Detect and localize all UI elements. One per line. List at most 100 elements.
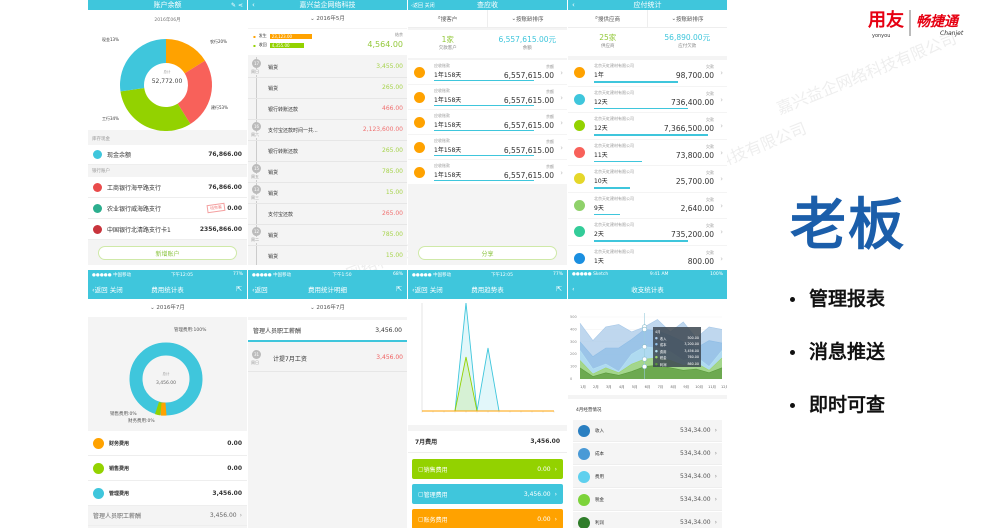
share-icon[interactable]: ⇱ bbox=[236, 285, 242, 293]
back-button[interactable]: ‹返回 bbox=[252, 284, 268, 294]
age-bar bbox=[594, 187, 630, 189]
row-age: 1年158天 bbox=[434, 72, 462, 79]
back-button[interactable]: ‹返回 关闭 bbox=[411, 2, 435, 9]
row-label: 欠款 bbox=[706, 143, 714, 149]
share-icon[interactable]: ⇱ bbox=[556, 285, 562, 293]
sort-button[interactable]: ⌄ 按账龄排序 bbox=[648, 10, 727, 27]
ledger-row[interactable]: 银行转账还款 265.00 bbox=[248, 141, 407, 162]
expense-name: 财务费用 bbox=[109, 440, 130, 447]
category-name: 销售费用 bbox=[423, 466, 448, 474]
payable-row[interactable]: 北京天虹建材有限公司 10天 欠款 25,700.00 › bbox=[568, 166, 727, 192]
row-label: 余额 bbox=[546, 64, 554, 69]
row-label: 余额 bbox=[546, 89, 554, 94]
back-button[interactable]: ‹返回 关闭 bbox=[412, 284, 443, 294]
payable-row[interactable]: 北京天虹建材有限公司 11天 欠款 73,800.00 › bbox=[568, 139, 727, 165]
search-customer[interactable]: ⌕ 搜客户 bbox=[408, 10, 488, 27]
expense-row[interactable]: 管理费用 3,456.00 bbox=[88, 481, 247, 506]
day-badge: 12 bbox=[252, 227, 261, 236]
expense-stats-screen: ●●●●● 中国移动 下午12:05 77% ‹返回 关闭 费用统计表 ⇱ ⌄ 2016… bbox=[88, 270, 247, 528]
summary-row[interactable]: 收入 534,34.00 › bbox=[573, 420, 722, 442]
cash-row[interactable]: 现金余额 76,866.00 bbox=[88, 145, 247, 165]
back-icon[interactable]: ‹ bbox=[572, 1, 575, 9]
share-icon[interactable]: ✎ ⋖ bbox=[231, 2, 243, 9]
age-bar bbox=[594, 134, 708, 136]
category-amount: 0.00 bbox=[537, 465, 551, 473]
summary: ▪ 发生 23,123.00 ▪ 收回 4,355.00 结余 4,564.00 bbox=[248, 29, 407, 55]
bank-row[interactable]: 农业银行威海路支行 待完善 0.00 bbox=[88, 198, 247, 219]
back-icon[interactable]: ‹ bbox=[252, 1, 255, 9]
receivable-row[interactable]: 应收账款 1年158天 余额 6,557,615.00 › bbox=[408, 60, 567, 84]
ledger-row[interactable]: 13 周三 销货 15.00 bbox=[248, 183, 407, 204]
payable-row[interactable]: 北京天虹建材有限公司 9天 欠款 2,640.00 › bbox=[568, 192, 727, 218]
category-name: 账务费用 bbox=[423, 516, 448, 524]
payable-row[interactable]: 北京天虹建材有限公司 1年 欠款 98,700.00 › bbox=[568, 60, 727, 86]
expense-category-bar[interactable]: ▢ 账务费用 0.00 › bbox=[412, 509, 563, 528]
close-button[interactable]: 关闭 bbox=[110, 286, 123, 294]
close-button[interactable]: 关闭 bbox=[430, 286, 443, 294]
company-ledger-screen: ‹ 嘉兴益企网络科技 ⌄ 2016年5月 ▪ 发生 23,123.00 ▪ 收回 4,35… bbox=[248, 0, 407, 265]
ledger-row[interactable]: 16 周六 支付宝还款时间一共... 2,123,600.00 bbox=[248, 120, 407, 141]
back-icon[interactable]: ‹ bbox=[572, 285, 575, 293]
nav-bar: ‹返回 关闭 费用统计表 ⇱ bbox=[88, 279, 247, 299]
tooltip-item: ● 利润 860.00 bbox=[655, 361, 699, 367]
receivable-row[interactable]: 应收账款 1年158天 余额 6,557,615.00 › bbox=[408, 110, 567, 134]
bullet-item: 即时可查 bbox=[790, 390, 885, 417]
summary-row[interactable]: 税金 534,34.00 › bbox=[573, 489, 722, 511]
expense-category-bar[interactable]: ▢ 管理费用 3,456.00 › bbox=[412, 484, 563, 504]
x-tick-label: 6月 bbox=[645, 384, 651, 389]
ledger-label: 支付宝还款 bbox=[268, 212, 294, 218]
receivable-row[interactable]: 应收账款 1年158天 余额 6,557,615.00 › bbox=[408, 160, 567, 184]
sort-button[interactable]: ⌄ 按账龄排序 bbox=[488, 10, 567, 27]
ledger-row[interactable]: 15 周五 销货 785.00 bbox=[248, 162, 407, 183]
ledger-row[interactable]: 12 周二 销货 785.00 bbox=[248, 225, 407, 246]
add-account-button[interactable]: 新增账户 bbox=[98, 246, 237, 260]
bank-row[interactable]: 中国银行北清路支行卡1 2356,866.00 bbox=[88, 219, 247, 240]
detail-row[interactable]: 管理人员职工薪酬 3,456.00 › bbox=[88, 506, 247, 526]
summary-row[interactable]: 费用 534,34.00 › bbox=[573, 466, 722, 488]
search-supplier[interactable]: ⌕ 搜供应商 bbox=[568, 10, 648, 27]
bank-row[interactable]: 工商银行海平路支行 76,866.00 bbox=[88, 177, 247, 198]
supplier-icon bbox=[574, 67, 585, 78]
close-button[interactable]: 关闭 bbox=[425, 3, 435, 9]
ledger-amount: 265.00 bbox=[382, 147, 403, 154]
expense-amount: 0.00 bbox=[227, 464, 242, 472]
y-tick-label: 200 bbox=[570, 352, 577, 356]
payable-row[interactable]: 北京天虹建材有限公司 12天 欠款 7,366,500.00 › bbox=[568, 113, 727, 139]
section-label: 银行账户 bbox=[92, 169, 110, 174]
ledger-row[interactable]: 银行转账还款 466.00 bbox=[248, 99, 407, 120]
nav-bar: ‹ 收支统计表 bbox=[568, 279, 727, 299]
receivable-row[interactable]: 应收账款 1年158天 余额 6,557,615.00 › bbox=[408, 85, 567, 109]
share-icon[interactable]: ⇱ bbox=[396, 285, 402, 293]
month-selector[interactable]: ⌄ 2016年7月 bbox=[88, 299, 247, 317]
payable-row[interactable]: 北京天虹建材有限公司 1天 欠款 800.00 › bbox=[568, 245, 727, 265]
supplier-icon bbox=[574, 173, 585, 184]
row-age: 11天 bbox=[594, 151, 608, 159]
ledger-row[interactable]: 销货 265.00 bbox=[248, 78, 407, 99]
month-selector[interactable]: ⌄ 2016年5月 bbox=[248, 10, 407, 28]
bank-amount: 2356,866.00 bbox=[199, 225, 242, 233]
summary-row[interactable]: 利润 534,34.00 › bbox=[573, 512, 722, 528]
share-button[interactable]: 分享 bbox=[418, 246, 557, 260]
legend-label: 收回 bbox=[258, 42, 267, 47]
ledger-row[interactable]: 销货 15.00 bbox=[248, 246, 407, 265]
status-bar: ●●●●● 中国移动 下午1:50 68% bbox=[248, 270, 407, 279]
entry-row[interactable]: 31 周日 计提7月工资 3,456.00 bbox=[248, 346, 407, 372]
weekday: 周三 bbox=[251, 195, 259, 201]
ledger-row[interactable]: 支付宝还款 265.00 bbox=[248, 204, 407, 225]
y-tick-label: 500 bbox=[570, 315, 577, 319]
expense-category-bar[interactable]: ▢ 销售费用 0.00 › bbox=[412, 459, 563, 479]
ledger-row[interactable]: 17 周日 销货 3,455.00 bbox=[248, 57, 407, 78]
expense-row[interactable]: 财务费用 0.00 bbox=[88, 431, 247, 456]
summary-row[interactable]: 成本 534,34.00 › bbox=[573, 443, 722, 465]
payable-row[interactable]: 北京天虹建材有限公司 12天 欠款 736,400.00 › bbox=[568, 86, 727, 112]
bank-name: 农业银行威海路支行 bbox=[107, 205, 162, 213]
month-selector[interactable]: ⌄ 2016年7月 bbox=[248, 299, 407, 317]
expense-name: 销售费用 bbox=[109, 465, 130, 472]
back-button[interactable]: ‹返回 关闭 bbox=[92, 284, 123, 294]
expense-row[interactable]: 销售费用 0.00 bbox=[88, 456, 247, 481]
receivable-icon bbox=[414, 167, 425, 178]
payable-row[interactable]: 北京天虹建材有限公司 2天 欠款 735,200.00 › bbox=[568, 219, 727, 245]
receivable-row[interactable]: 应收账款 1年158天 余额 6,557,615.00 › bbox=[408, 135, 567, 159]
x-tick-label: 1月 bbox=[580, 384, 586, 389]
row-age: 1天 bbox=[594, 257, 604, 265]
